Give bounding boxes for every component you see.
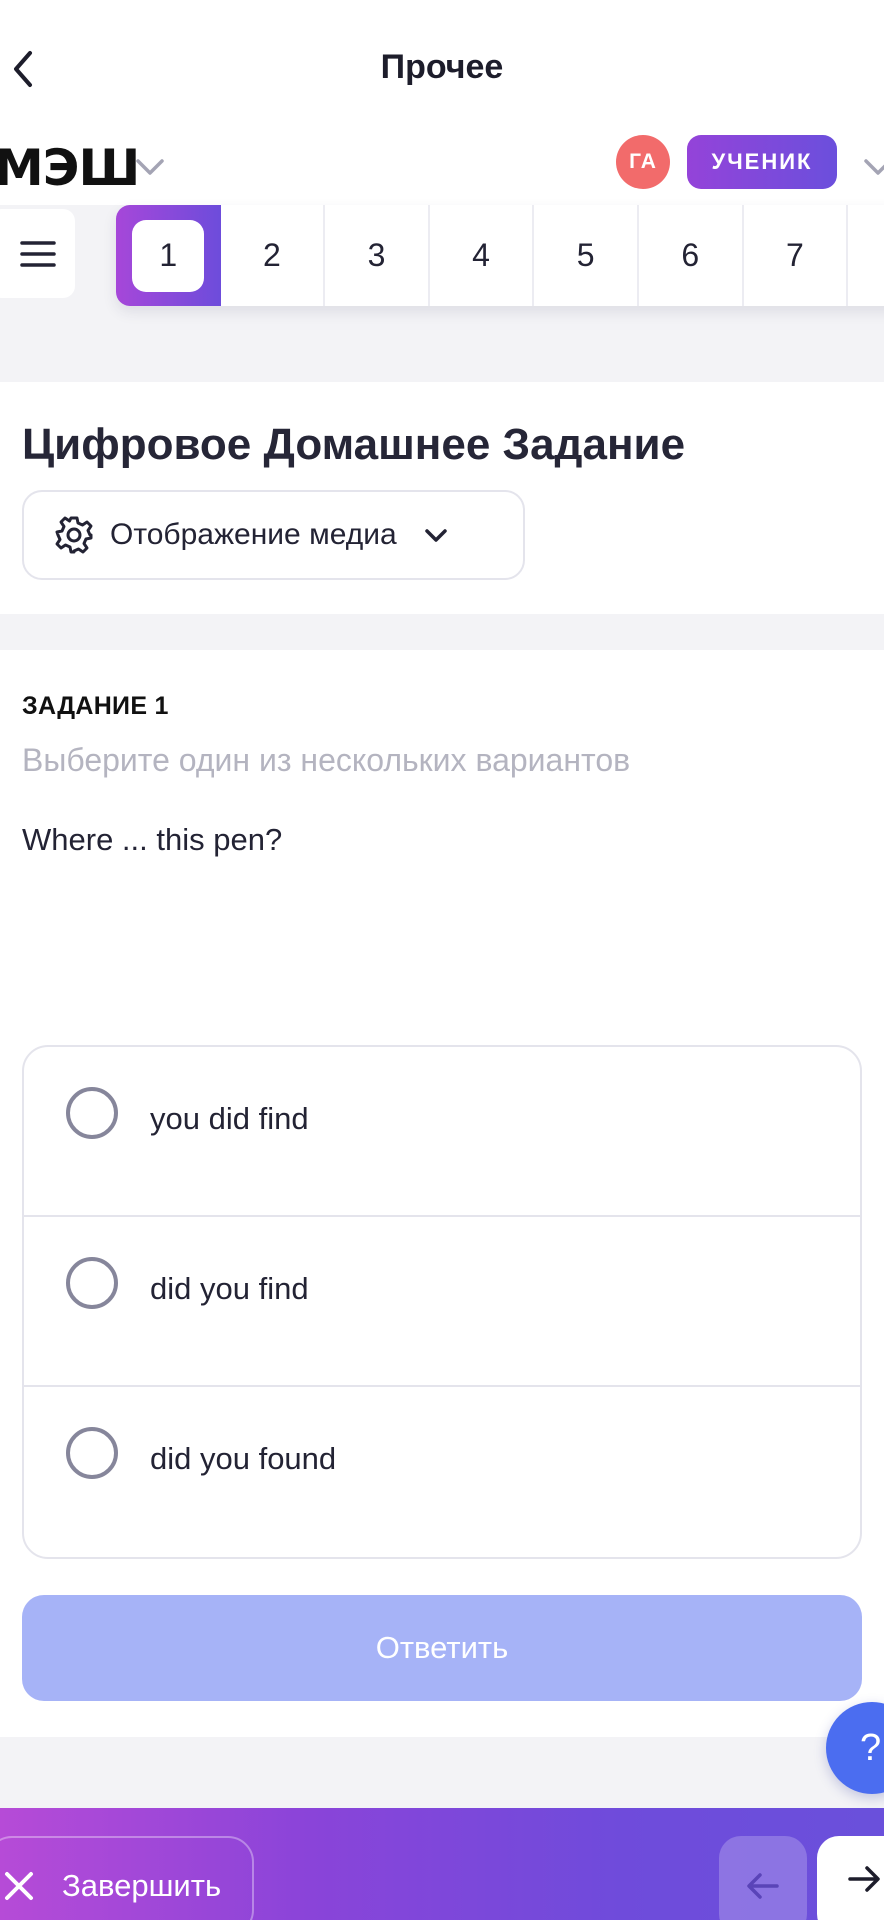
next-question-button[interactable] [817,1836,884,1920]
task-card: ЗАДАНИЕ 1 Выберите один из нескольких ва… [0,650,884,1737]
question-text: Where ... this pen? [22,822,283,857]
radio-button[interactable] [66,1257,118,1309]
question-tabs: 1 2 3 4 5 6 7 8 [116,205,884,306]
top-bar: Прочее [0,0,884,135]
arrow-right-icon [848,1866,880,1892]
app-header: МЭШ ГА УЧЕНИК [0,135,884,205]
gear-icon [55,516,93,554]
task-hint: Выберите один из нескольких вариантов [22,742,631,778]
question-tab-6[interactable]: 6 [639,205,744,306]
question-tab-label: 1 [132,219,205,292]
section-title: Цифровое Домашнее Задание [22,420,686,469]
media-display-label: Отображение медиа [110,518,397,551]
submit-answer-button[interactable]: Ответить [22,1595,862,1701]
radio-button[interactable] [66,1427,118,1479]
hamburger-menu-icon [19,240,56,267]
chevron-down-icon[interactable] [862,151,884,183]
question-tab-5[interactable]: 5 [534,205,639,306]
question-tab-label: 3 [367,237,386,273]
question-tab-1[interactable]: 1 [116,205,221,306]
question-tab-7[interactable]: 7 [744,205,849,306]
question-mark-icon: ? [860,1726,882,1769]
question-tab-8[interactable]: 8 [848,205,884,306]
chevron-down-icon [424,529,447,542]
question-tab-label: 5 [576,237,595,273]
chevron-down-icon[interactable] [134,151,166,183]
app-logo: МЭШ [0,139,140,197]
answer-option-label: did you find [150,1271,309,1306]
answer-option-2[interactable]: did you find [24,1217,860,1387]
previous-question-button[interactable] [719,1836,807,1920]
avatar[interactable]: ГА [616,135,670,189]
finish-button[interactable]: Завершить [0,1836,254,1920]
answer-option-label: did you found [150,1441,337,1476]
radio-button[interactable] [66,1087,118,1139]
menu-button[interactable] [0,209,75,298]
title-section: Цифровое Домашнее Задание Отображение ме… [0,382,884,614]
finish-label: Завершить [62,1868,222,1903]
question-tab-4[interactable]: 4 [430,205,535,306]
answer-option-label: you did find [150,1101,309,1136]
question-tab-label: 7 [785,237,804,273]
media-display-dropdown[interactable]: Отображение медиа [22,490,525,580]
role-badge[interactable]: УЧЕНИК [687,135,837,189]
bottom-bar: Завершить [0,1808,884,1920]
answer-option-3[interactable]: did you found [24,1387,860,1557]
question-tab-label: 4 [472,237,490,273]
arrow-left-icon [747,1873,779,1899]
page-title: Прочее [380,48,504,86]
close-icon [5,1872,33,1900]
question-tab-label: 2 [262,237,281,273]
question-tab-3[interactable]: 3 [325,205,430,306]
question-tab-2[interactable]: 2 [221,205,326,306]
answer-options: you did find did you find did you found [22,1045,862,1559]
task-number: ЗАДАНИЕ 1 [22,692,169,720]
answer-option-1[interactable]: you did find [24,1047,860,1217]
question-tab-label: 6 [681,237,700,273]
